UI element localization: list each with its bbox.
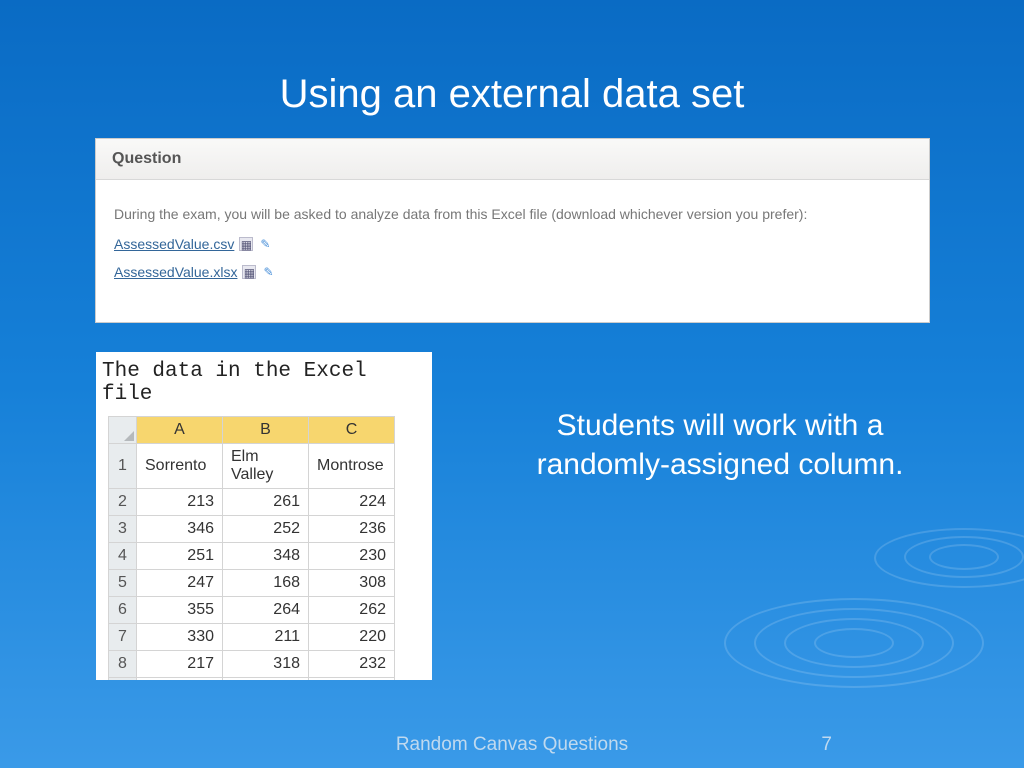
col-header: B [223,417,309,444]
file-icon: ▦ [239,237,253,251]
file-icon: ▦ [242,265,256,279]
footer-page: 7 [821,734,832,756]
col-header: C [309,417,395,444]
file-link-csv[interactable]: AssessedValue.csv [114,236,234,252]
edit-icon[interactable]: ✎ [258,237,272,251]
row-header: 9 [109,678,137,681]
cell: 168 [223,570,309,597]
excel-table: A B C 1 Sorrento Elm Valley Montrose 2 2… [108,416,395,680]
cell: 257 [223,678,309,681]
cell: 224 [309,489,395,516]
cell: 262 [309,597,395,624]
cell: 247 [137,570,223,597]
cell: 261 [223,489,309,516]
question-body: During the exam, you will be asked to an… [96,180,929,306]
cell: 217 [137,651,223,678]
row-header: 2 [109,489,137,516]
file-link-xlsx[interactable]: AssessedValue.xlsx [114,264,237,280]
body-text: Students will work with a randomly-assig… [490,406,950,484]
question-header: Question [96,139,929,180]
cell: Montrose [309,444,395,489]
cell: 308 [309,570,395,597]
cell: 213 [137,489,223,516]
row-header: 6 [109,597,137,624]
cell: 252 [223,516,309,543]
row-header: 7 [109,624,137,651]
row-header: 4 [109,543,137,570]
cell: 211 [223,624,309,651]
table-corner [109,417,137,444]
file-link-row: AssessedValue.xlsx ▦ ✎ [114,264,911,280]
question-prompt: During the exam, you will be asked to an… [114,206,911,222]
cell: 348 [223,543,309,570]
cell: 318 [223,651,309,678]
row-header: 5 [109,570,137,597]
cell: 241 [309,678,395,681]
row-header: 3 [109,516,137,543]
cell: 236 [309,516,395,543]
row-header: 1 [109,444,137,489]
excel-caption: The data in the Excel file [96,352,432,416]
cell: 251 [137,543,223,570]
cell: 264 [223,597,309,624]
cell: 232 [309,651,395,678]
file-link-row: AssessedValue.csv ▦ ✎ [114,236,911,252]
col-header: A [137,417,223,444]
slide-title: Using an external data set [0,72,1024,117]
cell: 346 [137,516,223,543]
excel-preview: The data in the Excel file A B C 1 Sorre… [96,352,432,680]
cell: 355 [137,597,223,624]
cell: Elm Valley [223,444,309,489]
edit-icon[interactable]: ✎ [261,265,275,279]
cell: 230 [309,543,395,570]
cell: 330 [137,624,223,651]
footer: Random Canvas Questions 7 [0,724,1024,768]
footer-title: Random Canvas Questions [0,734,1024,756]
cell: Sorrento [137,444,223,489]
cell: 220 [309,624,395,651]
cell: 321 [137,678,223,681]
question-panel: Question During the exam, you will be as… [95,138,930,323]
row-header: 8 [109,651,137,678]
